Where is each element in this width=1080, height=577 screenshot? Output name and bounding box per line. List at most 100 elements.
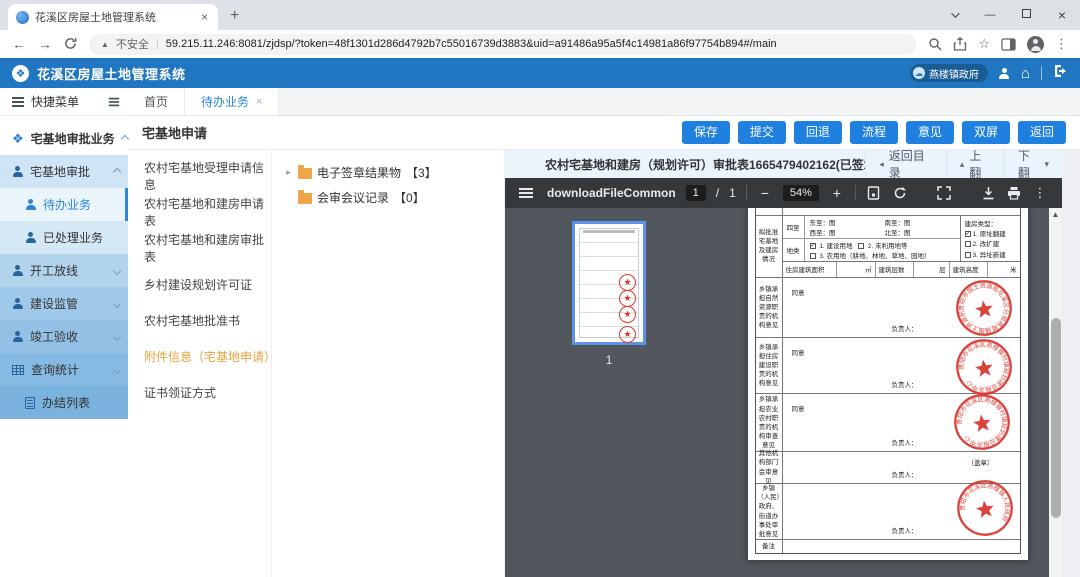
doc-menu-item[interactable]: 农村宅基地批准书 xyxy=(128,302,271,338)
new-tab-button[interactable]: + xyxy=(230,7,239,25)
zoom-page-icon[interactable] xyxy=(928,37,942,51)
url-text: 59.215.11.246:8081/zjdsp/?token=48f1301d… xyxy=(166,38,777,50)
forward-icon[interactable]: → xyxy=(38,37,52,51)
main-content: 首页 待办业务 × 宅基地申请 保存 提交 回退 流程 意见 双屏 返回 xyxy=(128,88,1080,577)
zoom-in-icon[interactable]: + xyxy=(829,185,845,201)
workflow-button[interactable]: 流程 xyxy=(850,121,898,143)
doc-menu-item[interactable]: 农村宅基地受理申请信息 xyxy=(128,158,271,194)
browser-menu-icon[interactable]: ⋮ xyxy=(1055,36,1068,52)
sidebar-item-jianshe-jianguan[interactable]: 建设监管 xyxy=(0,287,128,320)
return-button[interactable]: 返回 xyxy=(1018,121,1066,143)
form-value: 西至：图 xyxy=(810,227,885,237)
sidebar-item-zhaijidi-shenpi[interactable]: 宅基地审批 xyxy=(0,155,128,188)
browser-tab[interactable]: 花溪区房屋土地管理系统 × xyxy=(8,4,218,30)
opinion-text: 同意 xyxy=(792,347,805,357)
tab-label: 首页 xyxy=(144,93,168,110)
page-down-button[interactable]: 下翻 ▾ xyxy=(1004,150,1062,178)
svg-text:贵阳市花溪区燕楼镇人民政府: 贵阳市花溪区燕楼镇人民政府 xyxy=(955,478,1013,529)
page-up-button[interactable]: ▴ 上翻 xyxy=(946,150,1004,178)
rollback-button[interactable]: 回退 xyxy=(794,121,842,143)
back-icon[interactable]: ← xyxy=(12,37,26,51)
sidebar-item-banjie-liebiao[interactable]: 办结列表 xyxy=(0,386,128,419)
user-icon[interactable] xyxy=(999,68,1010,79)
expand-arrow-icon[interactable]: ▸ xyxy=(284,167,293,178)
thumbnail-seal: ★ xyxy=(619,306,636,323)
tab-close-icon[interactable]: × xyxy=(199,10,210,24)
doc-menu-item[interactable]: 农村宅基地和建房申请表 xyxy=(128,194,271,230)
nav-button-label: 返回目录 xyxy=(889,147,933,181)
sidebar-item-pending-business[interactable]: 待办业务 xyxy=(0,188,128,221)
tab-pending-business[interactable]: 待办业务 × xyxy=(185,88,279,115)
bookmark-star-icon[interactable]: ☆ xyxy=(978,36,990,52)
pdf-page: 拟批准宅基地及建房情况 四至 东至 xyxy=(748,208,1028,560)
form-row-plot-info: 拟批准宅基地及建房情况 四至 东至 xyxy=(756,216,1020,278)
submit-button[interactable]: 提交 xyxy=(738,121,786,143)
doc-menu-item[interactable]: 农村宅基地和建房审批表 xyxy=(128,230,271,266)
minimize-button[interactable]: — xyxy=(972,9,1008,21)
download-icon[interactable] xyxy=(980,186,996,200)
dual-screen-button[interactable]: 双屏 xyxy=(962,121,1010,143)
browser-window: 花溪区房屋土地管理系统 × + — × ← → ▲ 不安全 | 59.215.1… xyxy=(0,0,1080,577)
sidebar-quick-menu[interactable]: 快捷菜单 xyxy=(0,88,128,116)
cloud-icon: ☁ xyxy=(913,67,925,79)
scroll-up-arrow[interactable]: ▲ xyxy=(1049,208,1062,219)
share-icon[interactable] xyxy=(953,37,967,51)
sidebar-item-processed-business[interactable]: 已处理业务 xyxy=(0,221,128,254)
reload-icon[interactable] xyxy=(64,37,77,52)
restore-button[interactable] xyxy=(1008,9,1044,21)
form-cell-label: 建筑高度 xyxy=(950,262,989,277)
doc-menu-item[interactable]: 乡村建设规划许可证 xyxy=(128,266,271,302)
home-icon[interactable]: ⌂ xyxy=(1021,66,1030,81)
checkbox-icon xyxy=(810,253,816,259)
doc-menu-item[interactable]: 证书领证方式 xyxy=(128,374,271,410)
sidebar-item-label: 待办业务 xyxy=(43,196,91,213)
signer-label: 负责人： xyxy=(892,525,918,535)
opinion-button[interactable]: 意见 xyxy=(906,121,954,143)
signer-label: 负责人： xyxy=(892,379,918,389)
save-button[interactable]: 保存 xyxy=(682,121,730,143)
form-value: 北至：图 xyxy=(885,227,960,237)
form-row-label: 备注 xyxy=(756,540,783,553)
pdf-scrollbar[interactable]: ▲ xyxy=(1049,208,1062,577)
work-panel: 农村宅基地受理申请信息 农村宅基地和建房申请表 农村宅基地和建房审批表 乡村建设… xyxy=(128,150,1080,577)
fit-page-icon[interactable] xyxy=(866,186,882,200)
person-icon xyxy=(12,166,23,177)
fullscreen-icon[interactable] xyxy=(936,186,952,200)
sidebar-item-chaxun-tongji[interactable]: 查询统计 xyxy=(0,353,128,386)
zoom-out-icon[interactable]: − xyxy=(757,185,773,201)
table-icon xyxy=(12,365,24,375)
form-row-cut xyxy=(756,208,1020,216)
print-icon[interactable] xyxy=(1006,186,1022,200)
rotate-icon[interactable] xyxy=(892,186,908,200)
chevron-down-icon xyxy=(113,365,121,373)
url-omnibox[interactable]: ▲ 不安全 | 59.215.11.246:8081/zjdsp/?token=… xyxy=(89,34,916,55)
zoom-level[interactable]: 54% xyxy=(783,185,819,201)
page-number-input[interactable]: 1 xyxy=(686,185,706,201)
chevron-up-icon xyxy=(120,134,128,142)
tree-item-meeting-records[interactable]: 会审会议记录 【0】 xyxy=(284,185,504,210)
doc-menu-item-attachments[interactable]: 附件信息（宅基地申请） xyxy=(128,338,271,374)
scrollbar-thumb[interactable] xyxy=(1051,318,1061,518)
back-to-catalog-button[interactable]: ◂ 返回目录 xyxy=(865,150,945,178)
pdf-more-icon[interactable]: ⋮ xyxy=(1032,185,1048,201)
side-panel-icon[interactable] xyxy=(1001,38,1016,51)
close-window-button[interactable]: × xyxy=(1044,7,1080,23)
form-value: 东至：图 xyxy=(810,217,885,227)
not-secure-icon: ▲ xyxy=(101,40,109,49)
menu-collapse-icon[interactable] xyxy=(109,97,119,106)
sidebar-item-jungong-yanshou[interactable]: 竣工验收 xyxy=(0,320,128,353)
sidebar-item-kaigong-fangxian[interactable]: 开工放线 xyxy=(0,254,128,287)
pdf-toolbar: downloadFileCommon 1 / 1 − 54% + xyxy=(505,178,1062,208)
pdf-menu-icon[interactable] xyxy=(519,188,533,198)
folder-icon xyxy=(298,193,312,204)
sidebar-item-zhaijidi-shenpi-yewu[interactable]: ❖ 宅基地审批业务 xyxy=(0,122,128,155)
org-badge[interactable]: ☁ 燕楼镇政府 xyxy=(910,64,988,82)
logout-icon[interactable] xyxy=(1053,64,1068,83)
profile-avatar[interactable] xyxy=(1027,36,1044,53)
tab-close-icon[interactable]: × xyxy=(256,96,262,108)
tab-search-icon[interactable] xyxy=(936,9,972,21)
tab-home[interactable]: 首页 xyxy=(128,88,185,115)
tree-item-esign-results[interactable]: ▸ 电子签章结果物 【3】 xyxy=(284,160,504,185)
person-icon xyxy=(12,331,23,342)
page-thumbnail[interactable]: ★ ★ ★ ★ xyxy=(572,221,646,345)
